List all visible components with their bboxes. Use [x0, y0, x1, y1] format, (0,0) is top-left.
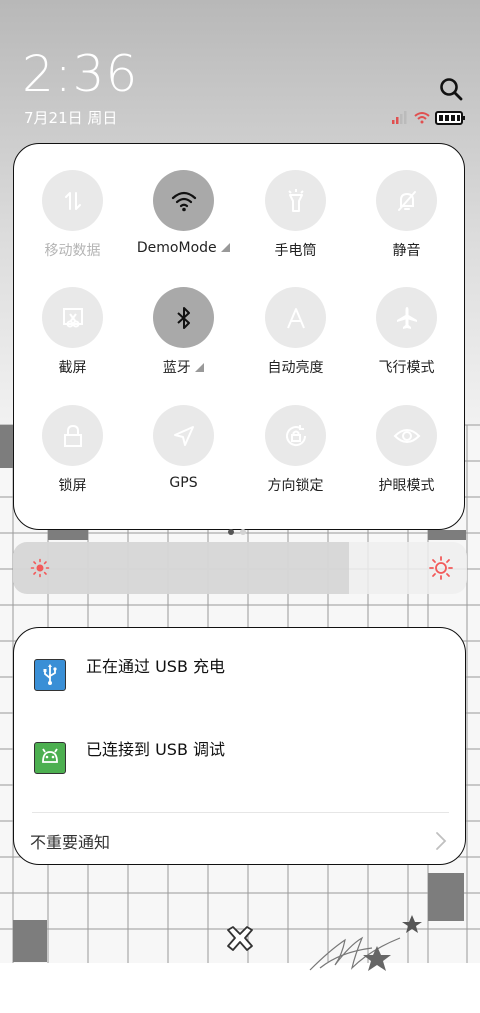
auto-brightness-icon [265, 287, 326, 348]
tile-lock-screen[interactable]: 锁屏 [17, 379, 128, 494]
airplane-icon [376, 287, 437, 348]
signature-doodle [309, 936, 401, 971]
tile-label: 静音 [392, 243, 421, 259]
tile-airplane[interactable]: 飞行模式 [351, 261, 462, 376]
notification-text: 已连接到 USB 调试 [86, 740, 226, 759]
tile-auto-brightness[interactable]: 自动亮度 [240, 261, 351, 376]
tile-screenshot[interactable]: 截屏 [17, 261, 128, 376]
tile-label: 手电筒 [274, 243, 317, 259]
notification-text: 正在通过 USB 充电 [86, 657, 226, 676]
tile-label: 方向锁定 [267, 478, 324, 494]
notification-panel: 正在通过 USB 充电 已连接到 USB 调试 不重要通知 [13, 627, 466, 865]
clock: 2:36 [22, 45, 139, 103]
tile-label: GPS [169, 475, 198, 491]
system-status-icons [392, 111, 465, 125]
mute-bell-icon [376, 170, 437, 231]
tile-label: 移动数据 [44, 243, 101, 259]
screenshot-icon [42, 287, 103, 348]
tile-gps[interactable]: GPS [128, 379, 239, 491]
flashlight-icon [265, 170, 326, 231]
brightness-slider[interactable] [13, 542, 467, 594]
star-icon-small [402, 915, 422, 933]
tile-label: 自动亮度 [267, 360, 324, 376]
tile-bluetooth[interactable]: 蓝牙 [128, 261, 239, 376]
divider [32, 812, 449, 813]
tile-eye-protection[interactable]: 护眼模式 [351, 379, 462, 494]
notification-usb-debugging[interactable]: 已连接到 USB 调试 [34, 736, 454, 776]
lock-icon [42, 405, 103, 466]
tile-mute[interactable]: 静音 [351, 144, 462, 259]
tile-label: 截屏 [58, 360, 87, 376]
star-icon-large [363, 946, 391, 971]
battery-icon [435, 111, 465, 125]
minor-notifications-link[interactable]: 不重要通知 [30, 829, 110, 853]
brightness-fill [13, 542, 349, 594]
android-debug-icon [34, 742, 66, 774]
search-icon[interactable] [438, 76, 464, 102]
page-dot-1[interactable] [228, 529, 234, 535]
bluetooth-icon [153, 287, 214, 348]
tile-label: 飞行模式 [378, 360, 435, 376]
expand-arrow-icon [195, 363, 205, 372]
expand-arrow-icon [221, 243, 231, 252]
quick-settings-panel: 移动数据 DemoMode 手电筒 静音 截屏 蓝牙 自动亮度 飞行模式 锁屏 … [13, 143, 465, 535]
wallpaper-decoration [227, 915, 422, 971]
brightness-low-icon [30, 558, 50, 578]
usb-icon [34, 659, 66, 691]
notification-usb-charging[interactable]: 正在通过 USB 充电 [34, 653, 454, 693]
tile-label: DemoMode [128, 240, 239, 256]
date-label: 7月21日 周日 [24, 109, 118, 127]
tile-wifi[interactable]: DemoMode [128, 144, 239, 256]
tile-flashlight[interactable]: 手电筒 [240, 144, 351, 259]
status-bar: 2:36 7月21日 周日 [0, 0, 480, 140]
tile-mobile-data[interactable]: 移动数据 [17, 144, 128, 259]
tile-label: 锁屏 [58, 478, 87, 494]
mobile-data-icon [42, 170, 103, 231]
tile-label: 蓝牙 [128, 357, 239, 377]
tile-label: 护眼模式 [378, 478, 435, 494]
cross-doodle-icon [227, 926, 253, 951]
wifi-icon [153, 170, 214, 231]
rotation-lock-icon [265, 405, 326, 466]
wifi-status-icon [414, 112, 430, 124]
signal-icon [392, 111, 407, 124]
page-dot-2[interactable] [240, 529, 246, 535]
eye-icon [376, 405, 437, 466]
gps-icon [153, 405, 214, 466]
brightness-high-icon [429, 556, 453, 580]
chevron-right-icon[interactable] [435, 831, 447, 851]
tile-rotation-lock[interactable]: 方向锁定 [240, 379, 351, 494]
page-indicator [228, 520, 252, 539]
